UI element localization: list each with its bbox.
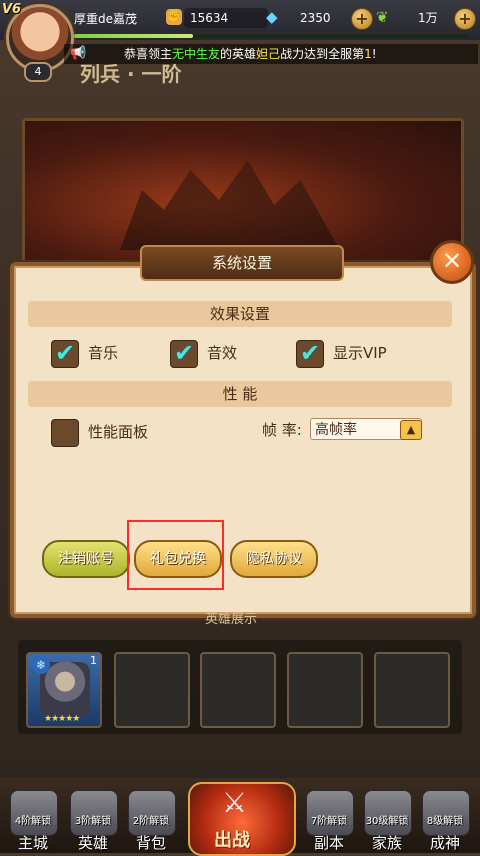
performance-panel-checkbox[interactable] xyxy=(51,419,79,447)
nav-lock-label: 8级解锁 xyxy=(426,816,464,827)
notice-player: 无中生友 xyxy=(172,47,221,61)
battle-label: 出战 xyxy=(214,830,250,851)
show-vip-checkbox[interactable]: ✔ xyxy=(296,340,324,368)
check-icon: ✔ xyxy=(54,339,76,367)
dropdown-arrow-icon[interactable]: ▲ xyxy=(400,420,422,440)
add-gems-button[interactable]: + xyxy=(351,8,373,30)
nav-godhood[interactable]: 8级解锁 成神 xyxy=(416,790,474,852)
nav-label: 副本 xyxy=(313,834,344,852)
nav-lock-label: 30级解锁 xyxy=(365,816,409,827)
crossed-swords-icon: ⚔ xyxy=(222,786,248,819)
hero-slot-4[interactable] xyxy=(287,652,363,728)
notice-suffix: 战力达到全服第 xyxy=(280,47,365,61)
power-value: 15634 xyxy=(184,8,268,28)
nav-main-city[interactable]: 4阶解锁 主城 xyxy=(4,790,62,852)
herb-icon: ❦ xyxy=(376,8,389,26)
highlight-box xyxy=(127,520,224,590)
avatar-area[interactable]: V6 4 xyxy=(0,0,74,82)
snowflake-icon: ❄ xyxy=(32,656,50,674)
nav-heroes[interactable]: 3阶解锁 英雄 xyxy=(64,790,122,852)
add-stamina-button[interactable]: + xyxy=(454,8,476,30)
dialog-title: 系统设置 xyxy=(140,245,344,281)
power-icon: ✊ xyxy=(166,9,182,25)
vip-level: V6 xyxy=(2,2,22,17)
hero-slot-3[interactable] xyxy=(200,652,276,728)
frame-rate-label: 帧 率: xyxy=(262,421,302,439)
exp-bar-fill xyxy=(74,34,193,38)
show-vip-label: 显示VIP xyxy=(333,344,387,362)
performance-panel-label: 性能面板 xyxy=(88,423,149,441)
nav-lock-label: 2阶解锁 xyxy=(132,816,170,827)
notice-rank: 1 xyxy=(364,47,372,61)
stamina-value: 1万 xyxy=(418,11,438,25)
exp-bar xyxy=(74,34,469,38)
horn-icon: 📢 xyxy=(70,46,87,61)
player-level-badge: 4 xyxy=(24,62,52,82)
privacy-button[interactable]: 隐私协议 xyxy=(230,540,318,578)
diamond-icon: ◆ xyxy=(266,8,278,26)
check-icon: ✔ xyxy=(173,339,195,367)
hero-stars: ★★★★★ xyxy=(44,714,80,724)
sound-checkbox[interactable]: ✔ xyxy=(170,340,198,368)
music-checkbox[interactable]: ✔ xyxy=(51,340,79,368)
effects-section-header: 效果设置 xyxy=(28,301,452,327)
gem-value: 2350 xyxy=(300,11,331,25)
nav-label: 成神 xyxy=(429,834,460,852)
nav-family[interactable]: 30级解锁 家族 xyxy=(358,790,416,852)
nav-lock-label: 3阶解锁 xyxy=(74,816,112,827)
nav-bag[interactable]: 2阶解锁 背包 xyxy=(122,790,180,852)
nav-dungeon[interactable]: 7阶解锁 副本 xyxy=(300,790,358,852)
notice-middle: 的英雄 xyxy=(220,47,257,61)
close-button[interactable]: ✕ xyxy=(430,240,474,284)
nav-lock-label: 4阶解锁 xyxy=(14,816,52,827)
nav-label: 主城 xyxy=(17,834,48,852)
hero-slot-2[interactable] xyxy=(114,652,190,728)
broadcast-notice: 恭喜领主无中生友的英雄妲己战力达到全服第1! xyxy=(64,44,478,64)
hero-level: 1 xyxy=(90,654,97,667)
nav-label: 家族 xyxy=(371,834,402,852)
logout-button[interactable]: 注销账号 xyxy=(42,540,130,578)
nav-label: 背包 xyxy=(135,834,166,852)
check-icon: ✔ xyxy=(299,339,321,367)
notice-end: ! xyxy=(371,47,377,61)
nav-label: 英雄 xyxy=(77,834,108,852)
notice-hero: 妲己 xyxy=(256,47,281,61)
hero-showcase-label: 英雄展示 xyxy=(205,612,258,627)
hero-slot-5[interactable] xyxy=(374,652,450,728)
player-name: 厚重de嘉茂 xyxy=(74,12,138,26)
music-label: 音乐 xyxy=(88,344,119,362)
nav-lock-label: 7阶解锁 xyxy=(310,816,348,827)
sound-label: 音效 xyxy=(207,344,238,362)
performance-section-header: 性 能 xyxy=(28,381,452,407)
